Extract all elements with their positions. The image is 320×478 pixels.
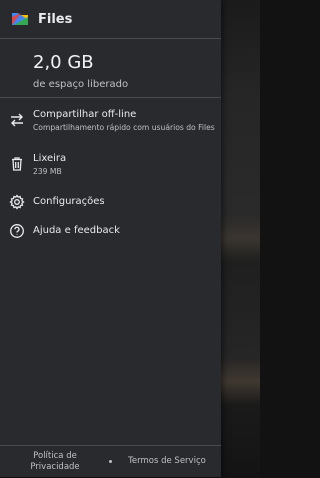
menu-item-subtitle: 239 MB <box>33 167 62 176</box>
navigation-drawer: Files 2,0 GB de espaço liberado Comparti… <box>0 0 221 477</box>
app-title: Files <box>38 11 73 27</box>
menu-item-label: Configurações <box>33 196 105 207</box>
terms-of-service-link[interactable]: Termos de Serviço <box>124 456 210 467</box>
privacy-policy-link[interactable]: Política de Privacidade <box>22 451 88 473</box>
menu-item-label: Lixeira <box>33 153 67 164</box>
storage-summary: 2,0 GB de espaço liberado <box>0 39 221 98</box>
help-icon <box>9 223 25 239</box>
drawer-header: Files <box>0 0 221 39</box>
swap-arrows-icon <box>9 112 25 128</box>
files-logo-icon <box>10 11 30 27</box>
storage-freed-label: de espaço liberado <box>33 79 129 90</box>
menu-item-settings[interactable]: Configurações <box>0 190 221 214</box>
drawer-footer: Política de Privacidade Termos de Serviç… <box>0 445 221 478</box>
trash-icon <box>9 156 25 172</box>
gear-icon <box>9 194 25 210</box>
menu-item-subtitle: Compartilhamento rápido com usuários do … <box>33 123 215 132</box>
menu-item-offline-share[interactable]: Compartilhar off-line Compartilhamento r… <box>0 105 221 137</box>
storage-freed-amount: 2,0 GB <box>33 52 94 73</box>
menu-item-help-feedback[interactable]: Ajuda e feedback <box>0 219 221 243</box>
menu-item-label: Compartilhar off-line <box>33 109 137 120</box>
menu-item-label: Ajuda e feedback <box>33 225 120 236</box>
menu-item-trash[interactable]: Lixeira 239 MB <box>0 149 221 181</box>
footer-separator-dot <box>109 460 112 463</box>
